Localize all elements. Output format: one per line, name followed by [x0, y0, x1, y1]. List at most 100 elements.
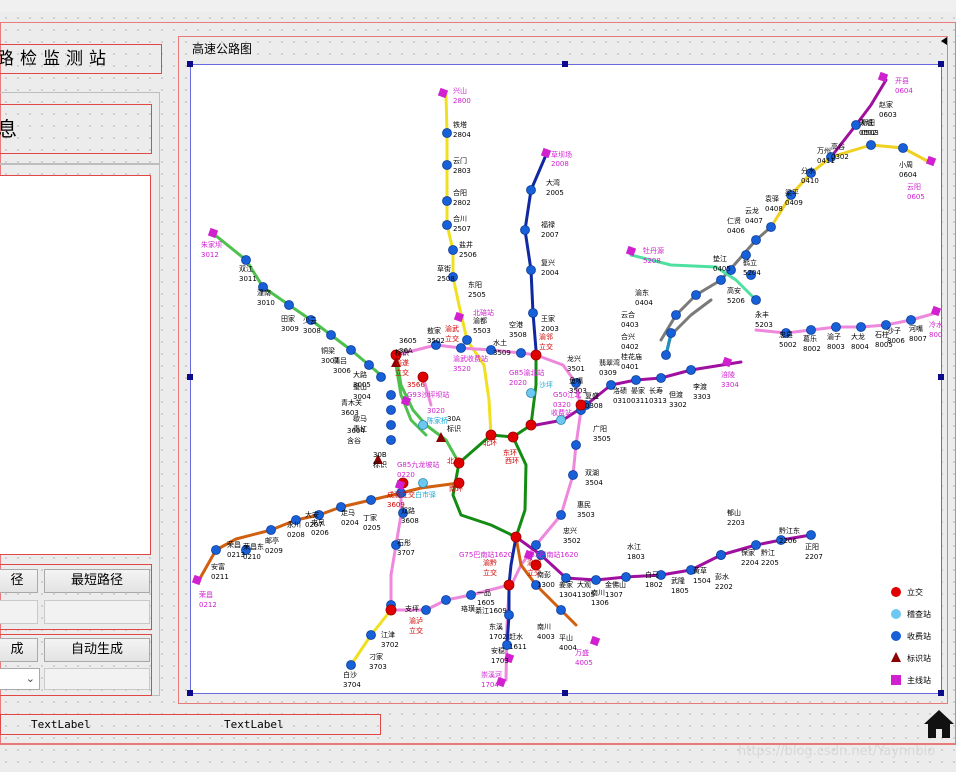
toll-station-marker[interactable]: [466, 590, 476, 600]
station-label: 5002: [779, 341, 797, 349]
resize-handle-t[interactable]: [562, 61, 568, 67]
toll-station-marker[interactable]: [386, 435, 396, 445]
toll-station-marker[interactable]: [442, 128, 452, 138]
toll-station-marker[interactable]: [376, 372, 386, 382]
resize-handle-tl[interactable]: [187, 61, 193, 67]
toll-station-marker[interactable]: [364, 360, 374, 370]
toll-station-marker[interactable]: [831, 322, 841, 332]
toll-station-marker[interactable]: [656, 373, 666, 383]
toll-station-marker[interactable]: [866, 140, 876, 150]
toll-station-marker[interactable]: [386, 420, 396, 430]
start-input[interactable]: [0, 600, 38, 624]
resize-handle-br[interactable]: [938, 690, 944, 696]
toll-station-marker[interactable]: [456, 343, 466, 353]
legend-label: 立交: [907, 587, 923, 597]
toll-station-marker[interactable]: [441, 595, 451, 605]
inspection-station-marker[interactable]: [418, 478, 428, 488]
station-label: 石彤: [397, 539, 411, 547]
toll-station-marker[interactable]: [591, 575, 601, 585]
station-label: 璧山: [353, 382, 367, 391]
home-icon[interactable]: [922, 706, 956, 740]
interchange-marker[interactable]: [507, 431, 519, 443]
toll-station-marker[interactable]: [211, 545, 221, 555]
toll-station-marker[interactable]: [442, 196, 452, 206]
highway-map-canvas[interactable]: 兴山 2800 铁塔 2804 云门 2803 合阳 2802 合川 2507 盐井 2506 草街 25…: [190, 64, 947, 695]
toll-station-marker[interactable]: [326, 330, 336, 340]
toll-station-marker[interactable]: [386, 405, 396, 415]
station-select[interactable]: ⌄: [0, 668, 40, 690]
toll-station-marker[interactable]: [266, 525, 276, 535]
toll-station-marker[interactable]: [442, 220, 452, 230]
interchange-marker[interactable]: [525, 419, 537, 431]
toll-station-marker[interactable]: [366, 495, 376, 505]
scroll-left-icon[interactable]: [941, 37, 947, 45]
toll-station-marker[interactable]: [528, 308, 538, 318]
toll-station-marker[interactable]: [442, 160, 452, 170]
toll-station-marker[interactable]: [421, 605, 431, 615]
station-label: 8002: [803, 345, 821, 353]
toll-station-marker[interactable]: [806, 325, 816, 335]
generate-button[interactable]: 成: [0, 638, 38, 662]
toll-station-marker[interactable]: [856, 322, 866, 332]
toll-station-marker[interactable]: [751, 295, 761, 305]
resize-handle-r[interactable]: [938, 374, 944, 380]
toll-station-marker[interactable]: [526, 265, 536, 275]
station-label: 8007: [909, 335, 927, 343]
generate-field[interactable]: [44, 668, 150, 690]
interchange-marker[interactable]: [530, 349, 542, 361]
interchange-marker[interactable]: [503, 579, 515, 591]
resize-handle-l[interactable]: [187, 374, 193, 380]
mainline-station-marker[interactable]: [589, 635, 601, 647]
station-label: 北碚: [447, 456, 461, 465]
path-button[interactable]: 径: [0, 569, 38, 593]
toll-station-marker[interactable]: [568, 470, 578, 480]
station-label: 白马: [645, 570, 659, 579]
toll-station-marker[interactable]: [531, 540, 541, 550]
toll-station-marker[interactable]: [526, 185, 536, 195]
station-label: 少云: [303, 317, 317, 325]
toll-station-marker[interactable]: [751, 235, 761, 245]
shortest-path-button[interactable]: 最短路径: [44, 569, 150, 593]
toll-station-marker[interactable]: [661, 350, 671, 360]
highway-map[interactable]: 兴山 2800 铁塔 2804 云门 2803 合阳 2802 合川 2507 盐井 2506 草街 25…: [191, 65, 947, 695]
station-label: 南川: [591, 588, 605, 597]
toll-station-marker[interactable]: [571, 440, 581, 450]
toll-station-marker[interactable]: [448, 245, 458, 255]
toll-station-marker[interactable]: [716, 550, 726, 560]
station-label: 双路: [401, 506, 415, 515]
end-input[interactable]: [44, 600, 150, 624]
toll-station-marker[interactable]: [631, 375, 641, 385]
resize-handle-bl[interactable]: [187, 690, 193, 696]
resize-handle-tr[interactable]: [938, 61, 944, 67]
toll-station-marker[interactable]: [241, 255, 251, 265]
station-label: 小周: [899, 160, 913, 169]
info-text-area[interactable]: [0, 175, 151, 555]
mainline-station-marker[interactable]: [540, 147, 552, 159]
toll-station-marker[interactable]: [666, 328, 676, 338]
station-label: 5204: [743, 269, 761, 277]
mainline-station-marker[interactable]: [925, 155, 937, 167]
toll-station-marker[interactable]: [691, 290, 701, 300]
toll-station-marker[interactable]: [806, 530, 816, 540]
toll-station-marker[interactable]: [284, 300, 294, 310]
toll-station-marker[interactable]: [520, 225, 530, 235]
toll-station-marker[interactable]: [671, 310, 681, 320]
toll-station-marker[interactable]: [346, 660, 356, 670]
toll-station-marker[interactable]: [906, 315, 916, 325]
toll-station-marker[interactable]: [716, 275, 726, 285]
toll-station-marker[interactable]: [556, 510, 566, 520]
resize-handle-b[interactable]: [562, 690, 568, 696]
toll-station-marker[interactable]: [516, 348, 526, 358]
toll-station-marker[interactable]: [366, 630, 376, 640]
toll-station-marker[interactable]: [686, 365, 696, 375]
toll-station-marker[interactable]: [898, 143, 908, 153]
toll-station-marker[interactable]: [556, 605, 566, 615]
toll-station-marker[interactable]: [346, 345, 356, 355]
inspection-station-marker[interactable]: [526, 388, 536, 398]
interchange-marker[interactable]: [385, 604, 397, 616]
interchange-marker[interactable]: [510, 531, 522, 543]
toll-station-marker[interactable]: [766, 222, 776, 232]
auto-generate-button[interactable]: 自动生成: [44, 638, 150, 662]
toll-station-marker[interactable]: [386, 390, 396, 400]
toll-station-marker[interactable]: [462, 335, 472, 345]
